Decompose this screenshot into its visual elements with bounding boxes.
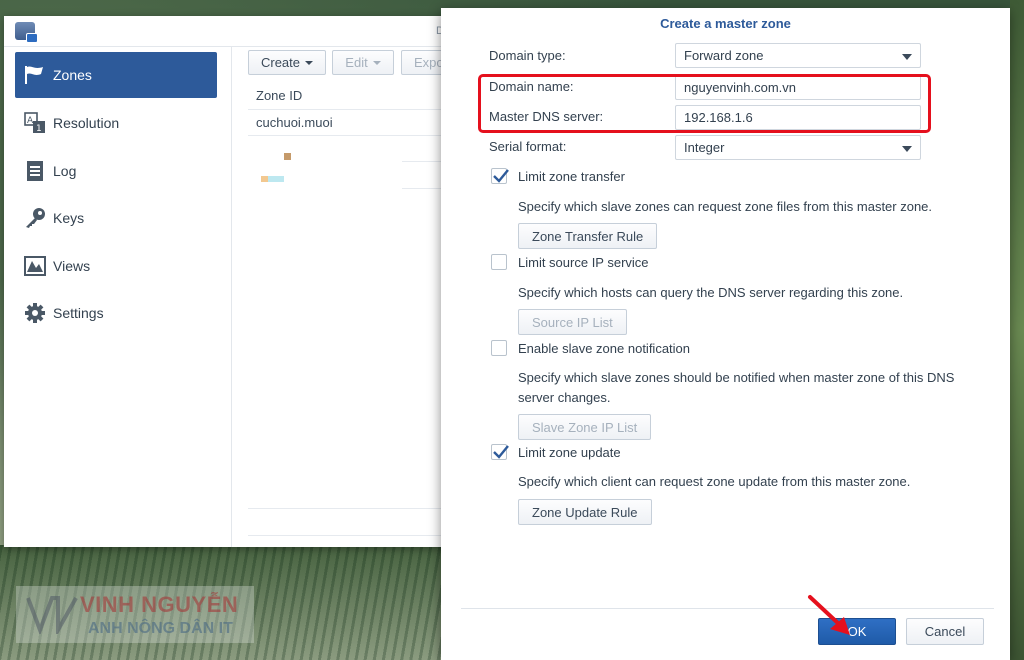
sidebar-item-log[interactable]: Log — [15, 148, 217, 194]
cancel-button-label: Cancel — [924, 624, 966, 639]
export-button-label: Expo — [414, 55, 444, 70]
limit-zone-transfer-label[interactable]: Limit zone transfer — [518, 169, 625, 184]
checkmark-icon — [493, 169, 509, 183]
slave-zone-ip-list-label: Slave Zone IP List — [532, 419, 638, 435]
footer-divider — [248, 508, 460, 509]
dns-app-icon — [15, 22, 38, 43]
chevron-down-icon — [902, 146, 912, 152]
flag-icon — [24, 64, 46, 86]
blurred-content — [284, 153, 291, 160]
zone-transfer-rule-label: Zone Transfer Rule — [532, 228, 644, 244]
sidebar-item-label: Views — [53, 258, 91, 274]
watermark-logo-icon — [26, 596, 78, 634]
sidebar-item-resolution[interactable]: A1 Resolution — [15, 100, 217, 146]
limit-source-ip-checkbox[interactable] — [491, 254, 507, 270]
dns-server-window: D Zones A1 Resolution Log Keys Views Set… — [4, 16, 460, 547]
blurred-content — [268, 176, 284, 182]
sidebar-item-keys[interactable]: Keys — [15, 195, 217, 241]
header-divider — [248, 109, 460, 110]
footer-divider — [248, 535, 460, 536]
domain-type-select[interactable]: Forward zone — [675, 43, 921, 68]
limit-zone-update-checkbox[interactable] — [491, 444, 509, 460]
source-ip-list-button[interactable]: Source IP List — [518, 309, 627, 335]
create-button-label: Create — [260, 55, 301, 70]
domain-type-value: Forward zone — [684, 48, 764, 63]
sidebar-item-label: Zones — [53, 67, 92, 83]
create-master-zone-dialog: Create a master zone Domain type: Forwar… — [441, 8, 1010, 660]
zone-transfer-rule-button[interactable]: Zone Transfer Rule — [518, 223, 658, 249]
sidebar-item-zones[interactable]: Zones — [15, 52, 217, 98]
source-ip-list-label: Source IP List — [532, 314, 613, 330]
svg-text:1: 1 — [36, 124, 42, 134]
chevron-down-icon — [372, 60, 381, 65]
watermark-line2: ANH NÔNG DÂN IT — [88, 620, 233, 637]
limit-zone-update-description: Specify which client can request zone up… — [518, 474, 911, 489]
serial-format-label: Serial format: — [489, 139, 567, 154]
log-icon — [24, 160, 46, 182]
background-foliage — [1010, 0, 1024, 660]
limit-zone-transfer-checkbox[interactable] — [491, 168, 509, 184]
window-titlebar[interactable]: D — [4, 16, 460, 47]
zone-update-rule-label: Zone Update Rule — [532, 504, 638, 520]
chevron-down-icon — [902, 54, 912, 60]
key-icon — [24, 207, 46, 229]
limit-source-ip-label[interactable]: Limit source IP service — [518, 255, 649, 270]
dialog-footer-divider — [461, 608, 994, 609]
cancel-button[interactable]: Cancel — [906, 618, 984, 645]
checkmark-icon — [493, 445, 509, 459]
highlight-annotation — [478, 74, 931, 133]
blurred-content — [261, 176, 268, 182]
slave-zone-ip-list-button[interactable]: Slave Zone IP List — [518, 414, 652, 440]
views-icon — [24, 255, 46, 277]
edit-button-label: Edit — [345, 55, 368, 70]
zones-panel: Create Edit Expo Zone ID cuchuoi.muoi — [232, 47, 460, 547]
dialog-title: Create a master zone — [660, 16, 791, 31]
resolution-icon: A1 — [24, 112, 46, 134]
svg-text:A: A — [27, 116, 34, 126]
sidebar-item-views[interactable]: Views — [15, 243, 217, 289]
limit-zone-update-label[interactable]: Limit zone update — [518, 445, 621, 460]
serial-format-value: Integer — [684, 140, 725, 155]
sidebar-item-label: Resolution — [53, 115, 120, 131]
create-button[interactable]: Create — [248, 50, 326, 75]
column-header-zone-id[interactable]: Zone ID — [256, 88, 302, 103]
serial-format-select[interactable]: Integer — [675, 135, 921, 160]
slave-zone-notification-checkbox[interactable] — [491, 340, 507, 356]
table-row[interactable]: cuchuoi.muoi — [256, 115, 333, 130]
slave-zone-notification-description: Specify which slave zones should be noti… — [518, 370, 955, 405]
zone-update-rule-button[interactable]: Zone Update Rule — [518, 499, 652, 525]
watermark: VINH NGUYỄN ANH NÔNG DÂN IT — [16, 586, 254, 643]
domain-type-label: Domain type: — [489, 48, 566, 63]
limit-source-ip-description: Specify which hosts can query the DNS se… — [518, 285, 904, 300]
sidebar: Zones A1 Resolution Log Keys Views Setti… — [4, 47, 230, 547]
sidebar-item-settings[interactable]: Settings — [15, 290, 217, 336]
sidebar-item-label: Keys — [53, 210, 85, 226]
edit-button[interactable]: Edit — [332, 50, 394, 75]
slave-zone-notification-label[interactable]: Enable slave zone notification — [518, 341, 690, 356]
gear-icon — [24, 302, 46, 324]
row-divider — [248, 135, 460, 136]
red-arrow-annotation — [808, 595, 850, 635]
sidebar-item-label: Log — [53, 163, 77, 179]
chevron-down-icon — [305, 60, 314, 65]
limit-zone-transfer-description: Specify which slave zones can request zo… — [518, 199, 933, 214]
watermark-line1: VINH NGUYỄN — [80, 592, 239, 617]
sidebar-item-label: Settings — [53, 305, 104, 321]
